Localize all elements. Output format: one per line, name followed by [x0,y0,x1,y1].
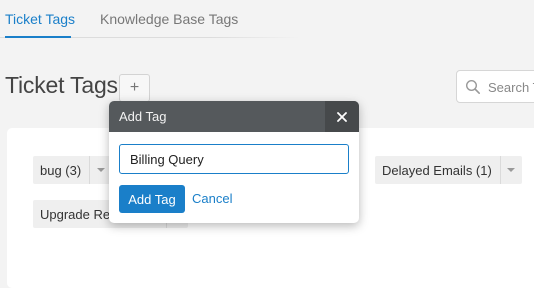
tag-label[interactable]: bug (3) [33,163,89,178]
search-icon [465,79,481,95]
search-box[interactable] [456,70,534,103]
dialog-title: Add Tag [119,109,167,124]
tag-name-input[interactable] [119,144,349,174]
add-tag-submit-button[interactable]: Add Tag [119,185,185,213]
search-input[interactable] [488,78,534,96]
tab-knowledge-base-tags[interactable]: Knowledge Base Tags [100,11,238,27]
tag-label[interactable]: Delayed Emails (1) [375,163,500,178]
close-icon [337,111,347,122]
add-tag-dialog: Add Tag Add Tag Cancel [109,101,359,223]
close-button[interactable] [325,101,359,132]
cancel-link[interactable]: Cancel [192,191,232,206]
tag-dropdown-button[interactable] [89,156,111,184]
tag-chip-delayed-emails: Delayed Emails (1) [375,156,522,184]
chevron-down-icon [507,168,516,172]
tag-tabs: Ticket Tags Knowledge Base Tags [0,0,534,40]
tag-dropdown-button[interactable] [499,156,522,184]
tab-ticket-tags[interactable]: Ticket Tags [5,11,75,27]
add-tag-button[interactable]: + [119,74,150,102]
plus-icon: + [129,79,140,96]
tag-chip-bug: bug (3) [33,156,112,184]
page-title: Ticket Tags [5,72,118,98]
active-tab-indicator [5,36,71,38]
dialog-header: Add Tag [109,101,359,132]
chevron-down-icon [96,168,105,172]
